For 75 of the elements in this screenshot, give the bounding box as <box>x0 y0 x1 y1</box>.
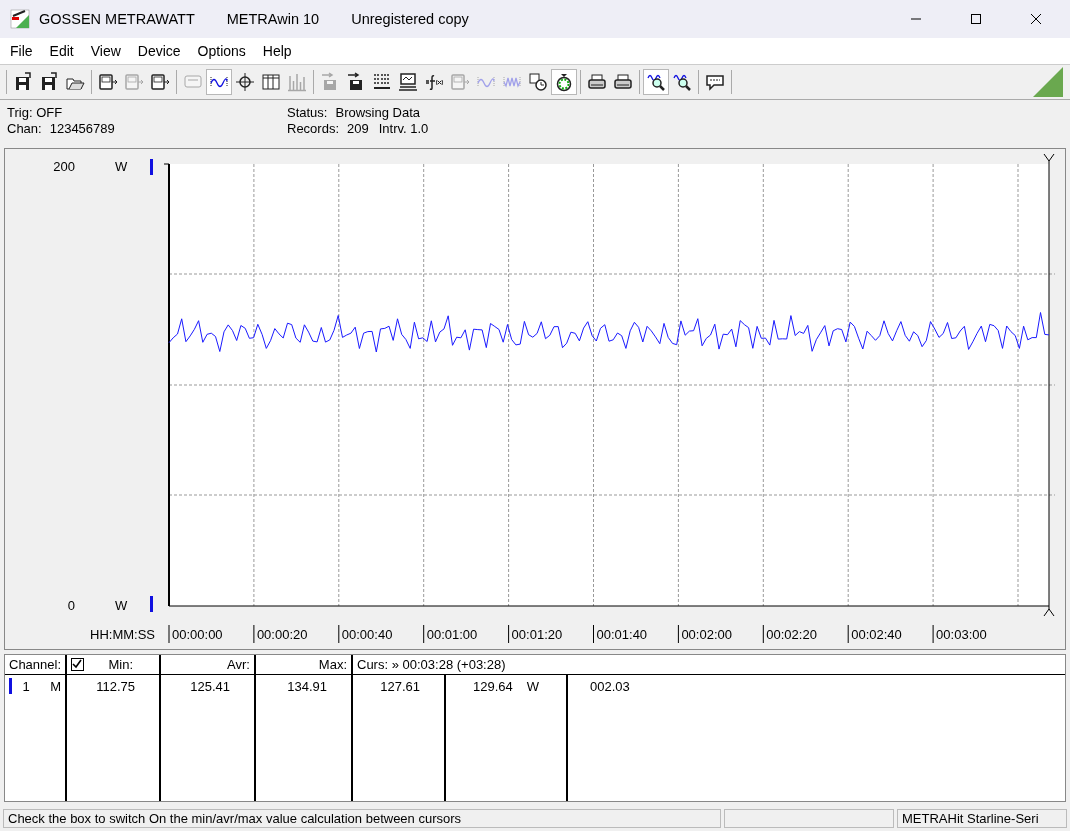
channel-mode: M <box>50 678 61 694</box>
table-cell: 134.91 <box>287 678 327 694</box>
channel-number: 1 <box>22 678 30 694</box>
corner-triangle-icon <box>1033 66 1063 97</box>
channel-marker <box>9 678 12 695</box>
menu-item[interactable]: Device <box>137 42 181 59</box>
save-out-icon <box>13 71 33 92</box>
x-axis-tick-label: 00:02:20 <box>766 626 817 642</box>
table-cell: 127.61 <box>380 678 420 694</box>
unit-label: W <box>115 158 128 174</box>
timer-tool-button[interactable] <box>551 68 577 95</box>
x-axis-tick-label: 00:00:00 <box>172 626 223 642</box>
save-in-icon <box>39 71 59 92</box>
menu-item[interactable]: View <box>90 42 121 59</box>
x-axis-tick-label: 00:01:40 <box>596 626 648 642</box>
crosshair-icon <box>235 71 255 92</box>
x-axis-tick-label: 00:03:00 <box>936 626 987 642</box>
meter-out-icon <box>98 71 118 92</box>
x-axis-tick-label: 00:01:00 <box>426 626 478 642</box>
x-axis-tick-label: 00:00:20 <box>256 626 308 642</box>
maximize-icon[interactable] <box>970 12 982 25</box>
table-icon <box>261 71 281 92</box>
print-icon <box>587 71 607 92</box>
column-header: Max: <box>318 657 347 673</box>
meter-in-icon <box>124 71 144 92</box>
print-icon <box>613 71 633 92</box>
channel-marker <box>150 158 153 175</box>
x-axis-tick-label: 00:02:00 <box>681 626 732 642</box>
x-axis-tick-label: 00:02:40 <box>851 626 902 642</box>
table-cell: 129.64 <box>472 678 513 694</box>
computer-icon <box>398 71 418 92</box>
menu-item[interactable]: Edit <box>49 42 74 59</box>
menu-item[interactable]: Options <box>197 42 246 59</box>
unit-label: W <box>526 678 539 694</box>
status-value: Browsing Data <box>335 104 420 120</box>
table-cell: 125.41 <box>190 678 230 694</box>
x-axis-title: HH:MM:SS <box>90 626 155 642</box>
wave-tool-button[interactable] <box>206 68 232 95</box>
column-header: Min: <box>107 657 134 673</box>
table-cell: 002.03 <box>590 678 630 694</box>
checkbox[interactable] <box>71 658 84 672</box>
right-cursor-line[interactable] <box>1043 153 1055 617</box>
column-header: Avr: <box>227 657 250 673</box>
window-title: METRAwin 10 <box>226 10 320 27</box>
trigger-status: Trig: OFF <box>7 104 64 120</box>
channel-marker <box>150 595 153 612</box>
unit-label: W <box>115 597 128 613</box>
close-icon[interactable] <box>1030 12 1042 25</box>
x-axis-tick-label: 00:00:40 <box>341 626 393 642</box>
bars-icon <box>287 71 307 92</box>
table-cell: 112.75 <box>96 678 135 694</box>
x-axis-tick-label: 00:01:20 <box>511 626 563 642</box>
meter-in-icon <box>450 71 470 92</box>
timer-icon <box>554 71 574 92</box>
memory-out-icon <box>150 71 170 92</box>
channels-label: Chan: <box>7 120 42 136</box>
column-header: Channel: <box>9 657 62 673</box>
interval-value: Intrv. 1.0 <box>378 120 429 136</box>
menu-item[interactable]: Help <box>262 42 292 59</box>
status-message: Check the box to switch On the min/avr/max value calculation between cursors <box>3 809 721 829</box>
cursor-header: Curs: » 00:03:28 (+03:28) <box>357 657 506 673</box>
status-label: Status: <box>287 104 328 120</box>
y-axis-label: 200 <box>53 158 75 174</box>
clock-icon <box>528 71 548 92</box>
list-icon <box>372 71 392 92</box>
menu-item[interactable]: File <box>10 42 33 59</box>
y-axis-label: 0 <box>67 597 75 613</box>
window-title: Unregistered copy <box>351 10 469 27</box>
device-name: METRAHit Starline-Seri <box>897 809 1067 829</box>
records-value: 209 <box>347 120 369 136</box>
channels-value: 123456789 <box>49 120 115 136</box>
window-title: GOSSEN METRAWATT <box>39 10 195 27</box>
app-logo-icon <box>10 8 30 29</box>
records-label: Records: <box>287 120 340 136</box>
zoom-tool-button[interactable] <box>643 68 669 95</box>
